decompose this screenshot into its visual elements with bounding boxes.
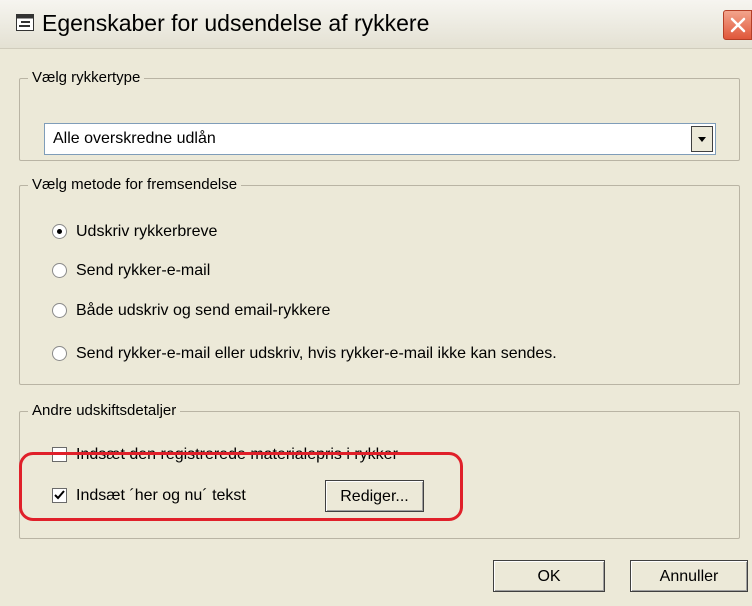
ok-button[interactable]: OK — [493, 560, 605, 592]
radio-button[interactable] — [52, 263, 67, 278]
window-icon — [16, 14, 34, 31]
send-method-group: Vælg metode for fremsendelse Udskriv ryk… — [19, 176, 740, 385]
radio-button[interactable] — [52, 303, 67, 318]
radio-print-and-email[interactable]: Både udskriv og send email-rykkere — [52, 300, 552, 322]
reminder-type-legend: Vælg rykkertype — [28, 69, 145, 87]
radio-email-or-print[interactable]: Send rykker-e-mail eller udskriv, hvis r… — [52, 343, 712, 365]
radio-send-email[interactable]: Send rykker-e-mail — [52, 260, 552, 282]
ok-label: OK — [537, 568, 561, 585]
chevron-down-icon — [698, 137, 706, 142]
print-details-legend: Andre udskiftsdetaljer — [28, 402, 181, 420]
cancel-label: Annuller — [659, 568, 719, 585]
dropdown-button[interactable] — [691, 126, 713, 152]
radio-button[interactable] — [52, 224, 67, 239]
radio-label: Udskriv rykkerbreve — [76, 223, 218, 240]
reminder-type-select[interactable]: Alle overskredne udlån — [44, 123, 716, 155]
radio-label: Send rykker-e-mail eller udskriv, hvis r… — [76, 345, 557, 362]
dialog-window: Egenskaber for udsendelse af rykkere Væl… — [0, 0, 752, 606]
radio-label: Både udskriv og send email-rykkere — [76, 302, 331, 319]
radio-button[interactable] — [52, 346, 67, 361]
radio-print-letters[interactable]: Udskriv rykkerbreve — [52, 221, 552, 243]
highlight-annotation — [19, 452, 463, 521]
cancel-button[interactable]: Annuller — [630, 560, 748, 592]
send-method-legend: Vælg metode for fremsendelse — [28, 176, 242, 194]
close-button[interactable] — [723, 10, 752, 40]
reminder-type-value: Alle overskredne udlån — [53, 130, 216, 147]
title-bar[interactable]: Egenskaber for udsendelse af rykkere — [0, 0, 752, 49]
close-icon — [730, 17, 746, 33]
window-title: Egenskaber for udsendelse af rykkere — [42, 10, 430, 36]
reminder-type-group: Vælg rykkertype Alle overskredne udlån — [19, 69, 740, 161]
radio-label: Send rykker-e-mail — [76, 262, 211, 279]
